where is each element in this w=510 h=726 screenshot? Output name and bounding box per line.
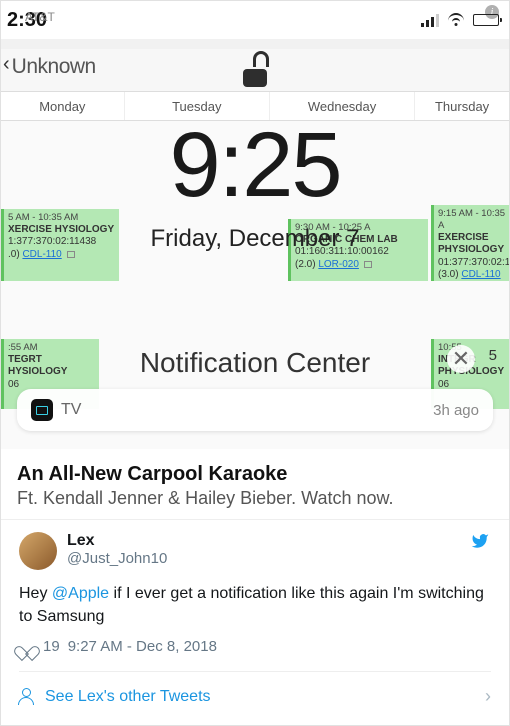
notification-content: An All-New Carpool Karaoke Ft. Kendall J…: [1, 449, 509, 519]
notification-time-ago: 3h ago: [433, 402, 479, 419]
event-partial-text: 5: [489, 347, 497, 364]
close-icon[interactable]: ✕: [447, 345, 475, 373]
lockscreen-time: 9:25: [1, 119, 509, 211]
tweet-text: Hey: [19, 585, 52, 602]
twitter-icon[interactable]: [469, 532, 491, 550]
tweet-footer-link[interactable]: See Lex's other Tweets ›: [19, 671, 491, 709]
status-carrier: AT&T: [25, 10, 55, 24]
tweet-mention[interactable]: @Apple: [52, 585, 109, 602]
tweet-body: Hey @Apple if I ever get a notification …: [19, 582, 491, 628]
event-code: 01:377:370:02:11: [438, 257, 507, 270]
like-count: 19: [43, 638, 60, 655]
battery-icon: [473, 14, 499, 26]
footer-text: See Lex's other Tweets: [45, 688, 211, 706]
avatar[interactable]: [19, 532, 57, 570]
notification-subtitle: Ft. Kendall Jenner & Hailey Bieber. Watc…: [17, 488, 493, 509]
tweet-timestamp[interactable]: 9:27 AM - Dec 8, 2018: [68, 638, 217, 655]
weekday-thu: Thursday: [415, 92, 509, 120]
back-chevron-icon[interactable]: ‹: [1, 49, 12, 76]
screenshot-region: ‹ Unknown Monday Tuesday Wednesday Thurs…: [1, 49, 509, 449]
tweet-author-name[interactable]: Lex: [67, 532, 459, 550]
embed-frame: i 2:30 AT&T ‹ Unknown Monday Tuesday Wed…: [0, 0, 510, 726]
person-icon: [19, 689, 35, 705]
event-room[interactable]: CDL-110: [461, 269, 500, 280]
calendar-title: Unknown: [12, 49, 96, 79]
divider: [1, 519, 509, 520]
event-indicator-icon: [364, 261, 372, 268]
notification-center-label: Notification Center: [1, 347, 509, 379]
tv-app-icon: [31, 399, 53, 421]
notification-title: An All-New Carpool Karaoke: [17, 463, 493, 486]
status-bar: 2:30 AT&T: [1, 1, 509, 49]
lockscreen-date: Friday, December 7: [1, 225, 509, 253]
notification-app-name: TV: [61, 401, 81, 419]
event-section: (2.0): [295, 259, 316, 270]
heart-icon[interactable]: [19, 640, 35, 654]
event-room[interactable]: LOR-020: [318, 259, 359, 270]
tweet-author-handle[interactable]: @Just_John10: [67, 550, 459, 567]
calendar-header: ‹ Unknown: [1, 49, 509, 91]
event-time: 5 AM - 10:35 AM: [8, 212, 115, 224]
tweet: Lex @Just_John10 Hey @Apple if I ever ge…: [1, 532, 509, 725]
notification-card[interactable]: TV 3h ago: [17, 389, 493, 431]
weekday-mon: Monday: [1, 92, 125, 120]
event-section: (3.0): [438, 269, 459, 280]
signal-icon: [421, 14, 439, 27]
wifi-icon: [447, 13, 465, 27]
chevron-right-icon: ›: [485, 686, 491, 707]
